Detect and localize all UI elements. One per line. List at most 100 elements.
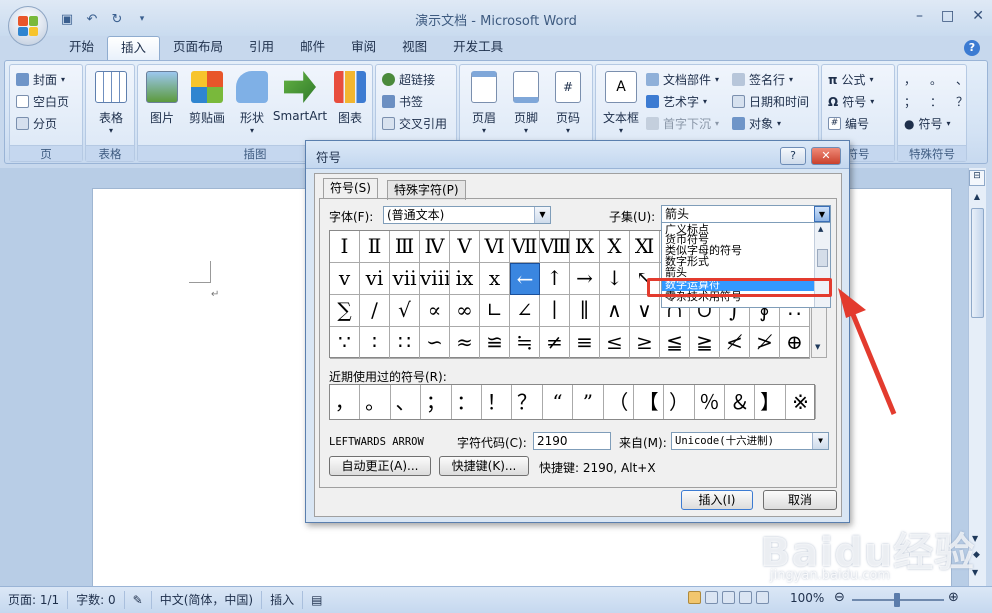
symbol-cell-selected[interactable]: ← — [510, 263, 540, 295]
symbol-cell[interactable]: Ⅳ — [420, 231, 450, 263]
tab-mailings[interactable]: 邮件 — [287, 36, 338, 60]
status-words[interactable]: 字数: 0 — [68, 591, 125, 609]
symbol-cell[interactable]: ≧ — [690, 327, 720, 359]
symbol-cell[interactable]: ⅹ — [480, 263, 510, 295]
maximize-button[interactable]: □ — [941, 8, 954, 24]
scroll-up-icon[interactable]: ▲ — [972, 192, 982, 202]
symbol-cell[interactable]: ⊕ — [780, 327, 810, 359]
recent-symbol-cell[interactable]: ＆ — [725, 385, 756, 419]
office-button[interactable] — [8, 6, 48, 46]
recent-symbols[interactable]: ，。、；：！？ “” （【）％＆】 ※ — [329, 384, 817, 420]
symbol-cell[interactable]: ≒ — [510, 327, 540, 359]
recent-symbol-cell[interactable]: （ — [604, 385, 634, 419]
special-char[interactable]: 、 — [956, 71, 968, 88]
tab-view[interactable]: 视图 — [389, 36, 440, 60]
symbol-cell[interactable]: ∕ — [360, 295, 390, 327]
symbol-cell[interactable]: Ⅸ — [570, 231, 600, 263]
symbol-cell[interactable]: Ⅹ — [600, 231, 630, 263]
symbol-cell[interactable]: ⅵ — [360, 263, 390, 295]
symbol-cell[interactable]: Ⅺ — [630, 231, 660, 263]
scroll-up-icon[interactable]: ▲ — [818, 225, 823, 233]
recent-symbol-cell[interactable]: 。 — [360, 385, 391, 419]
close-button[interactable]: ✕ — [972, 8, 984, 24]
symbol-cell[interactable]: ∞ — [450, 295, 480, 327]
tab-review[interactable]: 审阅 — [338, 36, 389, 60]
symbol-cell[interactable]: Ⅲ — [390, 231, 420, 263]
status-page[interactable]: 页面: 1/1 — [0, 591, 69, 609]
symbol-cell[interactable]: √ — [390, 295, 420, 327]
scroll-down-icon[interactable]: ▼ — [815, 343, 820, 351]
symbol-cell[interactable]: ≈ — [450, 327, 480, 359]
symbol-cell[interactable]: ∑ — [330, 295, 360, 327]
symbol-cell[interactable]: ⅸ — [450, 263, 480, 295]
symbol-cell[interactable]: ∨ — [630, 295, 660, 327]
symbol-cell[interactable]: ∠ — [510, 295, 540, 327]
recent-symbol-cell[interactable]: ％ — [695, 385, 726, 419]
symbol-cell[interactable]: ↓ — [600, 263, 630, 295]
symbol-cell[interactable]: ⅴ — [330, 263, 360, 295]
dropdown-arrow-icon[interactable]: ▼ — [814, 206, 830, 222]
minimize-button[interactable]: – — [916, 8, 923, 24]
special-char[interactable]: ？ — [956, 93, 968, 110]
signature-line-button[interactable]: 签名行 ▾ — [732, 71, 793, 88]
dialog-close-button[interactable]: ✕ — [811, 147, 841, 165]
tab-special-characters[interactable]: 特殊字符(P) — [387, 180, 466, 200]
zoom-slider-thumb[interactable] — [894, 593, 900, 607]
symbol-cell[interactable]: Ⅷ — [540, 231, 570, 263]
header-button[interactable]: 页眉 ▾ — [464, 71, 504, 135]
recent-symbol-cell[interactable]: “ — [543, 385, 574, 419]
quick-parts-button[interactable]: 文档部件 ▾ — [646, 71, 719, 88]
symbol-cell[interactable]: Ⅶ — [510, 231, 540, 263]
number-button[interactable]: # 编号 — [828, 115, 869, 132]
dropdown-arrow-icon[interactable]: ▼ — [812, 433, 828, 449]
symbol-button[interactable]: Ω 符号 ▾ — [828, 93, 874, 110]
symbol-cell[interactable]: ≥ — [630, 327, 660, 359]
recent-symbol-cell[interactable]: ； — [421, 385, 452, 419]
table-button[interactable]: 表格 ▾ — [92, 71, 130, 135]
print-layout-icon[interactable] — [688, 591, 701, 604]
symbol-cell[interactable]: ∝ — [420, 295, 450, 327]
special-char[interactable]: ； — [904, 93, 916, 110]
draft-icon[interactable] — [756, 591, 769, 604]
symbol-cell[interactable]: Ⅵ — [480, 231, 510, 263]
cover-page-button[interactable]: 封面 ▾ — [16, 71, 65, 88]
equation-button[interactable]: π 公式 ▾ — [828, 71, 874, 88]
recent-symbol-cell[interactable]: 、 — [391, 385, 422, 419]
symbol-cell[interactable]: Ⅴ — [450, 231, 480, 263]
recent-symbol-cell[interactable]: ！ — [482, 385, 513, 419]
page-number-button[interactable]: # 页码 ▾ — [548, 71, 588, 135]
symbol-cell[interactable]: ≠ — [540, 327, 570, 359]
hyperlink-button[interactable]: 超链接 — [382, 71, 435, 88]
symbol-cell[interactable]: ≤ — [600, 327, 630, 359]
symbol-cell[interactable]: ∣ — [540, 295, 570, 327]
macro-icon[interactable]: ▤ — [303, 591, 330, 609]
recent-symbol-cell[interactable]: ” — [573, 385, 604, 419]
shapes-button[interactable]: 形状 ▾ — [234, 71, 270, 135]
clipart-button[interactable]: 剪贴画 — [184, 71, 230, 126]
symbol-cell[interactable]: ≮ — [720, 327, 750, 359]
cross-reference-button[interactable]: 交叉引用 — [382, 115, 447, 132]
tab-symbols[interactable]: 符号(S) — [323, 178, 378, 198]
special-symbol-button[interactable]: ● 符号 ▾ — [904, 115, 951, 132]
status-mode[interactable]: 插入 — [262, 591, 304, 609]
symbol-cell[interactable]: ∷ — [390, 327, 420, 359]
insert-button[interactable]: 插入(I) — [681, 490, 753, 510]
zoom-in-icon[interactable]: ⊕ — [948, 590, 959, 605]
zoom-out-icon[interactable]: ⊖ — [834, 590, 845, 605]
scroll-thumb[interactable] — [971, 208, 984, 318]
reading-view-icon[interactable] — [705, 591, 718, 604]
font-select[interactable]: (普通文本) ▼ — [383, 206, 551, 224]
object-button[interactable]: 对象 ▾ — [732, 115, 781, 132]
symbol-cell[interactable]: ∽ — [420, 327, 450, 359]
blank-page-button[interactable]: 空白页 — [16, 93, 69, 110]
symbol-cell[interactable]: ∟ — [480, 295, 510, 327]
symbol-cell[interactable]: ↑ — [540, 263, 570, 295]
chart-button[interactable]: 图表 — [332, 71, 368, 126]
tab-page-layout[interactable]: 页面布局 — [160, 36, 236, 60]
symbol-cell[interactable]: ≦ — [660, 327, 690, 359]
page-break-button[interactable]: 分页 — [16, 115, 57, 132]
recent-symbol-cell[interactable]: ） — [664, 385, 695, 419]
char-code-input[interactable]: 2190 — [533, 432, 611, 450]
outline-icon[interactable] — [739, 591, 752, 604]
symbol-cell[interactable]: ≌ — [480, 327, 510, 359]
